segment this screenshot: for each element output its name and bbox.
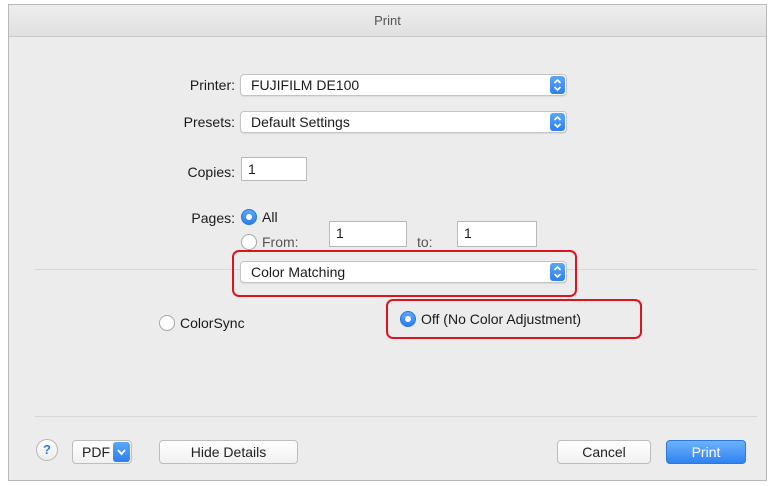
pages-all-radio[interactable]: [241, 209, 257, 225]
section-popup-value: Color Matching: [251, 264, 346, 280]
presets-popup[interactable]: Default Settings: [240, 111, 567, 133]
presets-value: Default Settings: [251, 114, 350, 130]
help-button[interactable]: ?: [36, 439, 58, 461]
pdf-menu-button[interactable]: PDF: [72, 440, 132, 464]
window-title: Print: [9, 5, 766, 37]
pages-label: Pages:: [191, 210, 235, 226]
hide-details-button[interactable]: Hide Details: [159, 440, 298, 464]
pdf-label: PDF: [82, 444, 110, 460]
colorsync-label: ColorSync: [180, 315, 245, 331]
print-dialog: Print Printer: FUJIFILM DE100 Presets: D…: [8, 4, 767, 481]
pages-from-label: From:: [262, 234, 299, 250]
pages-from-radio[interactable]: [241, 234, 257, 250]
chevron-down-icon: [113, 442, 130, 462]
copies-label: Copies:: [187, 164, 235, 180]
separator-bottom: [35, 416, 757, 417]
printer-label: Printer:: [189, 77, 235, 93]
popup-stepper-icon: [550, 113, 565, 131]
pages-to-label: to:: [417, 234, 433, 250]
pages-to-field[interactable]: 1: [457, 221, 537, 247]
pages-all-label: All: [262, 209, 278, 225]
printer-popup[interactable]: FUJIFILM DE100: [240, 74, 567, 96]
off-no-color-adjustment-radio[interactable]: [400, 311, 416, 327]
presets-label: Presets:: [183, 114, 235, 130]
copies-field[interactable]: 1: [241, 157, 307, 181]
pages-from-field[interactable]: 1: [329, 221, 407, 247]
cancel-button[interactable]: Cancel: [557, 440, 651, 464]
section-popup[interactable]: Color Matching: [240, 261, 567, 283]
printer-value: FUJIFILM DE100: [251, 77, 360, 93]
popup-stepper-icon: [550, 76, 565, 94]
off-no-color-adjustment-label: Off (No Color Adjustment): [421, 311, 582, 327]
popup-stepper-icon: [550, 263, 565, 281]
colorsync-radio[interactable]: [159, 315, 175, 331]
print-button[interactable]: Print: [666, 440, 746, 464]
